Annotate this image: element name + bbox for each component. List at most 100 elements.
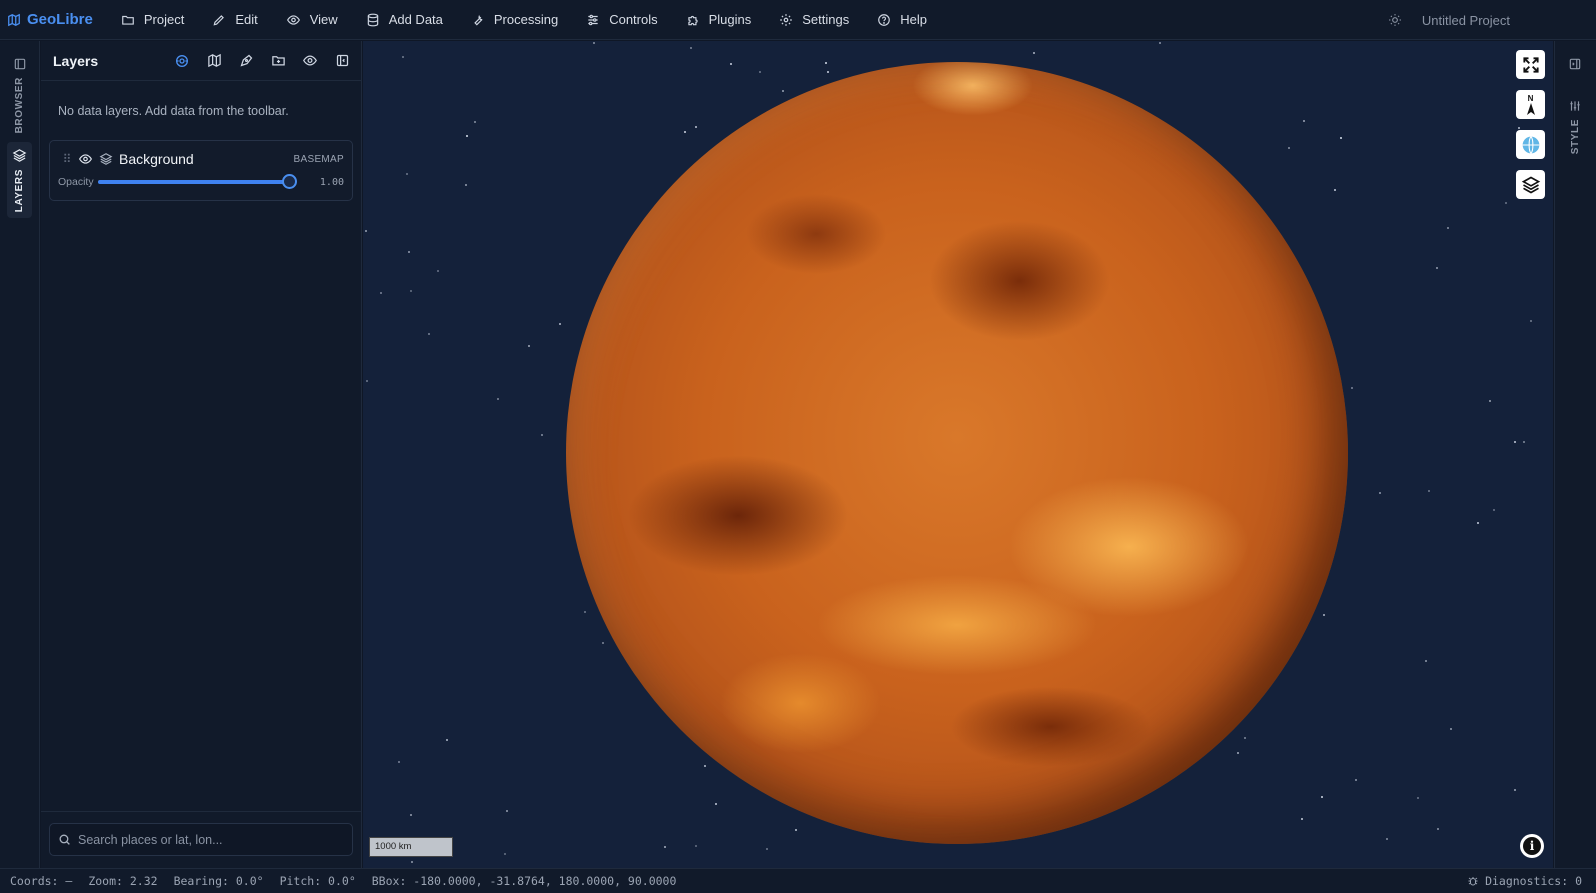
globe-icon — [1522, 135, 1539, 154]
star-dot — [1159, 42, 1162, 45]
menu-controls-label: Controls — [609, 12, 658, 27]
star-dot — [1513, 441, 1516, 444]
add-folder-icon[interactable] — [269, 52, 287, 70]
star-dot — [540, 433, 543, 436]
layers-icon — [12, 149, 27, 162]
rail-layers-tab[interactable]: LAYERS — [7, 142, 32, 219]
star-dot — [1504, 201, 1507, 204]
star-dot — [584, 610, 587, 613]
bug-icon — [1468, 877, 1478, 886]
drag-handle-icon[interactable]: ⠿ — [58, 152, 76, 166]
layer-stack-icon — [99, 153, 113, 165]
layer-name[interactable]: Background — [119, 151, 294, 167]
draw-tool-icon[interactable] — [237, 52, 255, 70]
menu-plugins[interactable]: Plugins — [672, 0, 766, 40]
status-coords: Coords: — — [10, 874, 73, 888]
star-dot — [1435, 266, 1438, 269]
compass-arrow-icon — [1526, 102, 1535, 115]
planet-globe[interactable] — [566, 62, 1348, 844]
star-dot — [826, 70, 829, 73]
right-panel-toggle[interactable] — [1568, 57, 1582, 76]
star-dot — [1437, 827, 1440, 830]
star-dot — [1354, 779, 1357, 782]
rail-browser-tab[interactable]: BROWSER — [7, 51, 32, 139]
globe-target-icon[interactable] — [173, 52, 191, 70]
right-rail: STYLE — [1554, 41, 1596, 868]
visibility-icon[interactable] — [301, 52, 319, 70]
star-dot — [825, 61, 828, 64]
sliders-icon — [1570, 101, 1580, 111]
menu-help-label: Help — [900, 12, 927, 27]
opacity-label: Opacity — [58, 176, 94, 188]
wrench-icon — [474, 14, 483, 25]
menu-view-label: View — [309, 12, 338, 27]
layer-visibility-icon[interactable] — [78, 152, 93, 166]
star-dot — [366, 380, 369, 383]
star-dot — [1493, 509, 1496, 512]
star-dot — [464, 183, 467, 186]
search-box — [49, 823, 353, 856]
layer-switcher-button[interactable] — [1516, 170, 1545, 199]
star-dot — [1320, 795, 1323, 798]
star-dot — [474, 120, 477, 123]
sun-icon[interactable] — [1388, 13, 1402, 27]
map-canvas[interactable]: N 1000 km i — [363, 41, 1553, 868]
star-dot — [465, 135, 468, 138]
menu-project[interactable]: Project — [107, 0, 198, 40]
star-dot — [689, 46, 692, 49]
star-dot — [1514, 788, 1517, 791]
menu-view[interactable]: View — [272, 0, 352, 40]
search-icon — [59, 834, 70, 845]
star-dot — [1334, 188, 1337, 191]
layers-icon — [1521, 176, 1540, 193]
star-dot — [398, 761, 401, 764]
project-title: Untitled Project — [1421, 12, 1510, 28]
fullscreen-button[interactable] — [1516, 50, 1545, 79]
star-dot — [1323, 614, 1326, 617]
star-dot — [759, 71, 762, 74]
globe-projection-button[interactable] — [1516, 130, 1545, 159]
panel-right-icon — [1569, 58, 1581, 70]
star-dot — [558, 323, 561, 326]
top-menu-bar: GeoLibre Project Edit View Add Data Proc… — [0, 0, 1596, 40]
menu-processing[interactable]: Processing — [457, 0, 572, 40]
diagnostics-indicator[interactable]: Diagnostics: 0 — [1467, 874, 1582, 888]
star-dot — [1033, 51, 1036, 54]
attribution-button[interactable]: i — [1520, 834, 1544, 858]
eye-icon — [286, 14, 300, 25]
menu-settings-label: Settings — [802, 12, 850, 27]
search-input[interactable] — [78, 832, 338, 847]
search-divider — [41, 811, 362, 812]
map-controls: N — [1516, 50, 1545, 199]
collapse-panel-icon[interactable] — [333, 52, 351, 70]
status-bearing: Bearing: 0.0° — [173, 874, 264, 888]
opacity-slider[interactable] — [98, 174, 297, 189]
star-dot — [446, 738, 449, 741]
star-dot — [795, 828, 798, 831]
menu-settings[interactable]: Settings — [765, 0, 863, 40]
menu-add-data[interactable]: Add Data — [352, 0, 457, 40]
star-dot — [409, 814, 412, 817]
puzzle-icon — [687, 15, 698, 25]
star-dot — [365, 229, 368, 232]
star-dot — [1386, 837, 1389, 840]
menu-controls[interactable]: Controls — [572, 0, 671, 40]
panel-title: Layers — [53, 52, 99, 69]
app-brand[interactable]: GeoLibre — [0, 11, 93, 28]
star-dot — [704, 764, 707, 767]
rail-style-tab[interactable]: STYLE — [1565, 99, 1585, 154]
compass-button[interactable]: N — [1516, 90, 1545, 119]
basemap-badge: BASEMAP — [293, 153, 344, 165]
scale-bar: 1000 km — [369, 837, 453, 857]
rail-style-label: STYLE — [1569, 119, 1581, 155]
opacity-value: 1.00 — [319, 176, 344, 188]
menu-help[interactable]: Help — [863, 0, 941, 40]
map-view-icon[interactable] — [205, 52, 223, 70]
star-dot — [1523, 441, 1526, 444]
opacity-slider-thumb[interactable] — [282, 174, 297, 189]
star-dot — [765, 848, 768, 851]
star-dot — [1302, 119, 1305, 122]
star-dot — [684, 130, 687, 133]
empty-layers-message: No data layers. Add data from the toolba… — [58, 104, 289, 118]
menu-edit[interactable]: Edit — [198, 0, 271, 40]
